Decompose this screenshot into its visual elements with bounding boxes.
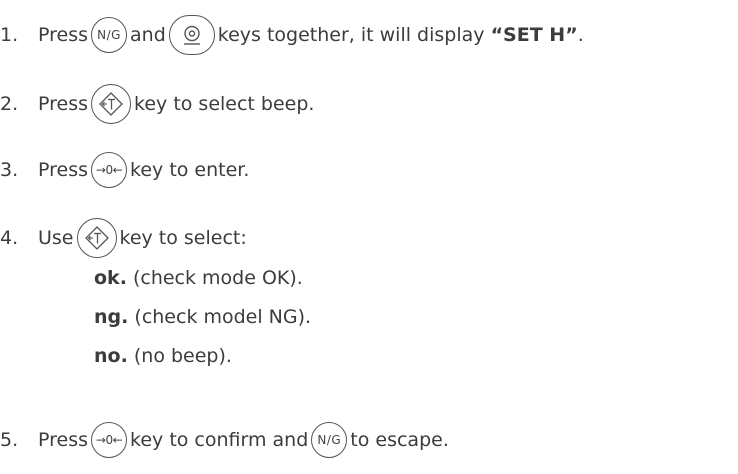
target-key — [168, 15, 215, 55]
step-text: to escape. — [350, 429, 449, 451]
option-no: no. (no beep). — [94, 336, 232, 376]
step-text: . — [577, 24, 584, 46]
option-code: ok. — [94, 267, 127, 289]
step-number: 3. — [0, 159, 19, 181]
step-text: Press — [38, 429, 89, 451]
tare-key — [76, 218, 117, 258]
step-text: key to confirm and — [130, 429, 309, 451]
display-text: “SET H” — [490, 24, 578, 46]
step-text: Press — [38, 159, 89, 181]
step-text: keys together, it will display — [217, 24, 485, 46]
step-3: 3. Press →0← key to enter. — [0, 150, 249, 190]
target-icon — [183, 25, 200, 45]
ng-key: N/G — [91, 17, 128, 53]
step-number: 1. — [0, 24, 19, 46]
step-number: 4. — [0, 227, 19, 249]
zero-key: →0← — [91, 422, 128, 458]
option-code: no. — [94, 345, 128, 367]
step-number: 5. — [0, 429, 19, 451]
step-1: 1. Press N/G and keys together, it will … — [0, 15, 584, 55]
step-text: Press — [38, 24, 89, 46]
zero-key: →0← — [91, 152, 128, 188]
tare-key — [91, 84, 132, 124]
option-desc: (check model NG). — [134, 306, 312, 328]
step-number: 2. — [0, 93, 19, 115]
option-ok: ok. (check mode OK). — [94, 258, 303, 298]
step-text: key to select: — [119, 227, 247, 249]
step-text: Press — [38, 93, 89, 115]
tare-diamond-icon — [99, 92, 123, 116]
step-text: Use — [38, 227, 74, 249]
step-text: and — [130, 24, 166, 46]
step-text: key to select beep. — [134, 93, 315, 115]
step-text: key to enter. — [130, 159, 250, 181]
step-4: 4. Use key to select: — [0, 218, 247, 258]
step-2: 2. Press key to select beep. — [0, 84, 314, 124]
tare-diamond-icon — [84, 226, 109, 250]
option-ng: ng. (check model NG). — [94, 297, 311, 337]
option-desc: (no beep). — [133, 345, 232, 367]
option-desc: (check mode OK). — [132, 267, 303, 289]
option-code: ng. — [94, 306, 129, 328]
step-5: 5. Press →0← key to confirm and N/G to e… — [0, 420, 449, 460]
ng-key: N/G — [311, 422, 348, 458]
